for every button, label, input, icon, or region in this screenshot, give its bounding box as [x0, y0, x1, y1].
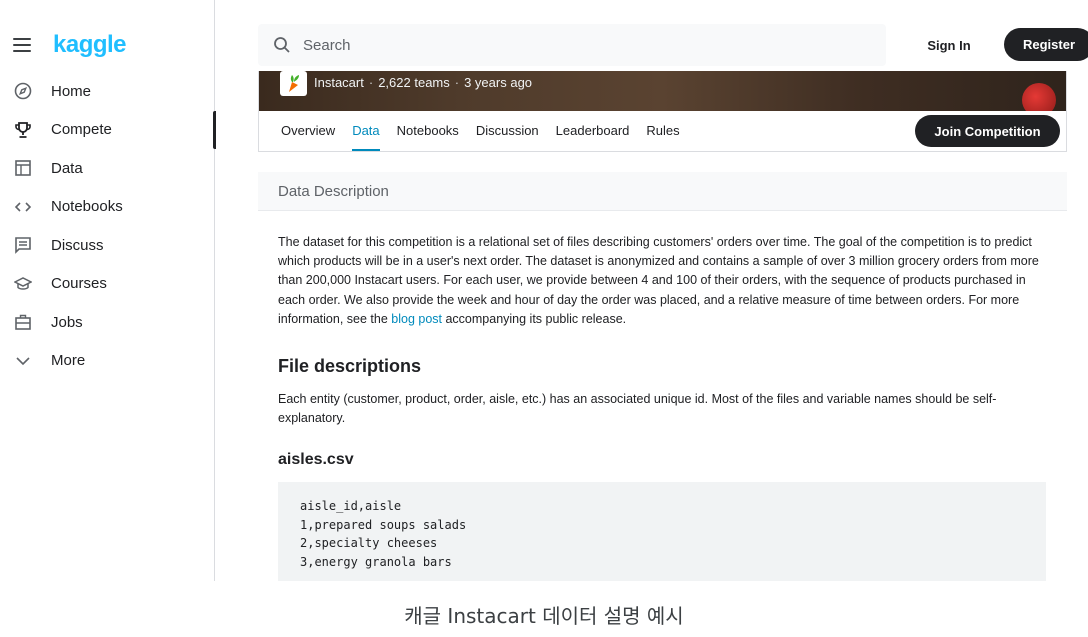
sidebar-item-courses[interactable]: Courses: [0, 265, 215, 304]
file-descriptions-heading: File descriptions: [278, 356, 422, 376]
tab-notebooks[interactable]: Notebooks: [397, 119, 459, 151]
competition-teams: 2,622 teams: [378, 75, 450, 90]
tab-discussion[interactable]: Discussion: [476, 119, 539, 151]
file-descriptions-text: Each entity (customer, product, order, a…: [278, 392, 997, 426]
hamburger-menu-icon[interactable]: [13, 38, 31, 52]
section-title: Data Description: [278, 182, 389, 200]
sidebar-item-label: Discuss: [51, 236, 104, 254]
discussion-icon: [13, 235, 33, 255]
graduation-cap-icon: [13, 274, 33, 294]
instacart-carrot-icon: [280, 71, 307, 96]
join-competition-button[interactable]: Join Competition: [915, 115, 1060, 147]
sidebar-item-label: Courses: [51, 275, 107, 293]
competition-banner: Instacart · 2,622 teams · 3 years ago: [259, 71, 1066, 111]
caption: 캐글 Instacart 데이터 설명 예시: [404, 604, 684, 628]
data-description-text: The dataset for this competition is a re…: [278, 233, 1048, 329]
file-name-heading: aisles.csv: [278, 451, 354, 468]
kaggle-logo[interactable]: kaggle: [53, 31, 127, 59]
banner-decoration: [1022, 83, 1056, 111]
sidebar-item-label: Notebooks: [51, 198, 123, 216]
code-line: 2,specialty cheeses: [300, 536, 438, 550]
code-line: 3,energy granola bars: [300, 554, 452, 569]
register-button[interactable]: Register: [1004, 28, 1088, 61]
sidebar-item-data[interactable]: Data: [0, 149, 215, 188]
sidebar-item-compete[interactable]: Compete: [0, 110, 216, 150]
sidebar: kaggle Home Compete Data Notebooks Discu…: [0, 0, 216, 581]
sidebar-item-discuss[interactable]: Discuss: [0, 226, 215, 265]
search-input[interactable]: [303, 36, 863, 54]
sidebar-item-label: Home: [51, 82, 92, 100]
tab-data[interactable]: Data: [352, 119, 381, 151]
competition-meta: Instacart · 2,622 teams · 3 years ago: [314, 75, 533, 90]
table-icon: [13, 158, 33, 178]
tab-overview[interactable]: Overview: [281, 119, 335, 151]
data-description-header: Data Description: [258, 172, 1067, 211]
sign-in-button[interactable]: Sign In: [916, 28, 982, 62]
sidebar-nav: Home Compete Data Notebooks Discuss Cour…: [0, 72, 216, 381]
code-block: aisle_id,aisle 1,prepared soups salads 2…: [278, 482, 1046, 581]
code-icon: [13, 197, 33, 217]
competition-host: Instacart: [314, 75, 364, 90]
code-line: aisle_id,aisle: [300, 499, 402, 513]
briefcase-icon: [13, 312, 33, 332]
tab-rules[interactable]: Rules: [646, 119, 679, 151]
competition-header: Instacart · 2,622 teams · 3 years ago Overvi…: [258, 71, 1067, 152]
chevron-down-icon: [13, 351, 33, 371]
sidebar-item-label: Data: [51, 159, 83, 177]
sidebar-item-more[interactable]: More: [0, 342, 215, 381]
brand: kaggle: [13, 30, 127, 60]
description-text-end: accompanying its public release.: [442, 311, 627, 326]
search-bar[interactable]: [258, 24, 886, 66]
tab-leaderboard[interactable]: Leaderboard: [556, 119, 630, 151]
search-icon: [274, 37, 290, 53]
sidebar-item-notebooks[interactable]: Notebooks: [0, 188, 215, 227]
code-line: 1,prepared soups salads: [300, 517, 467, 532]
sidebar-item-jobs[interactable]: Jobs: [0, 303, 215, 342]
sidebar-item-label: Jobs: [51, 313, 83, 331]
sidebar-item-label: More: [51, 352, 86, 370]
trophy-icon: [13, 120, 33, 140]
compass-icon: [13, 81, 33, 101]
competition-tabs: Overview Data Notebooks Discussion Leade…: [281, 119, 697, 151]
sidebar-item-label: Compete: [51, 121, 112, 139]
sidebar-item-home[interactable]: Home: [0, 72, 215, 111]
blog-post-link[interactable]: blog post: [391, 312, 442, 326]
competition-age: 3 years ago: [464, 75, 533, 90]
